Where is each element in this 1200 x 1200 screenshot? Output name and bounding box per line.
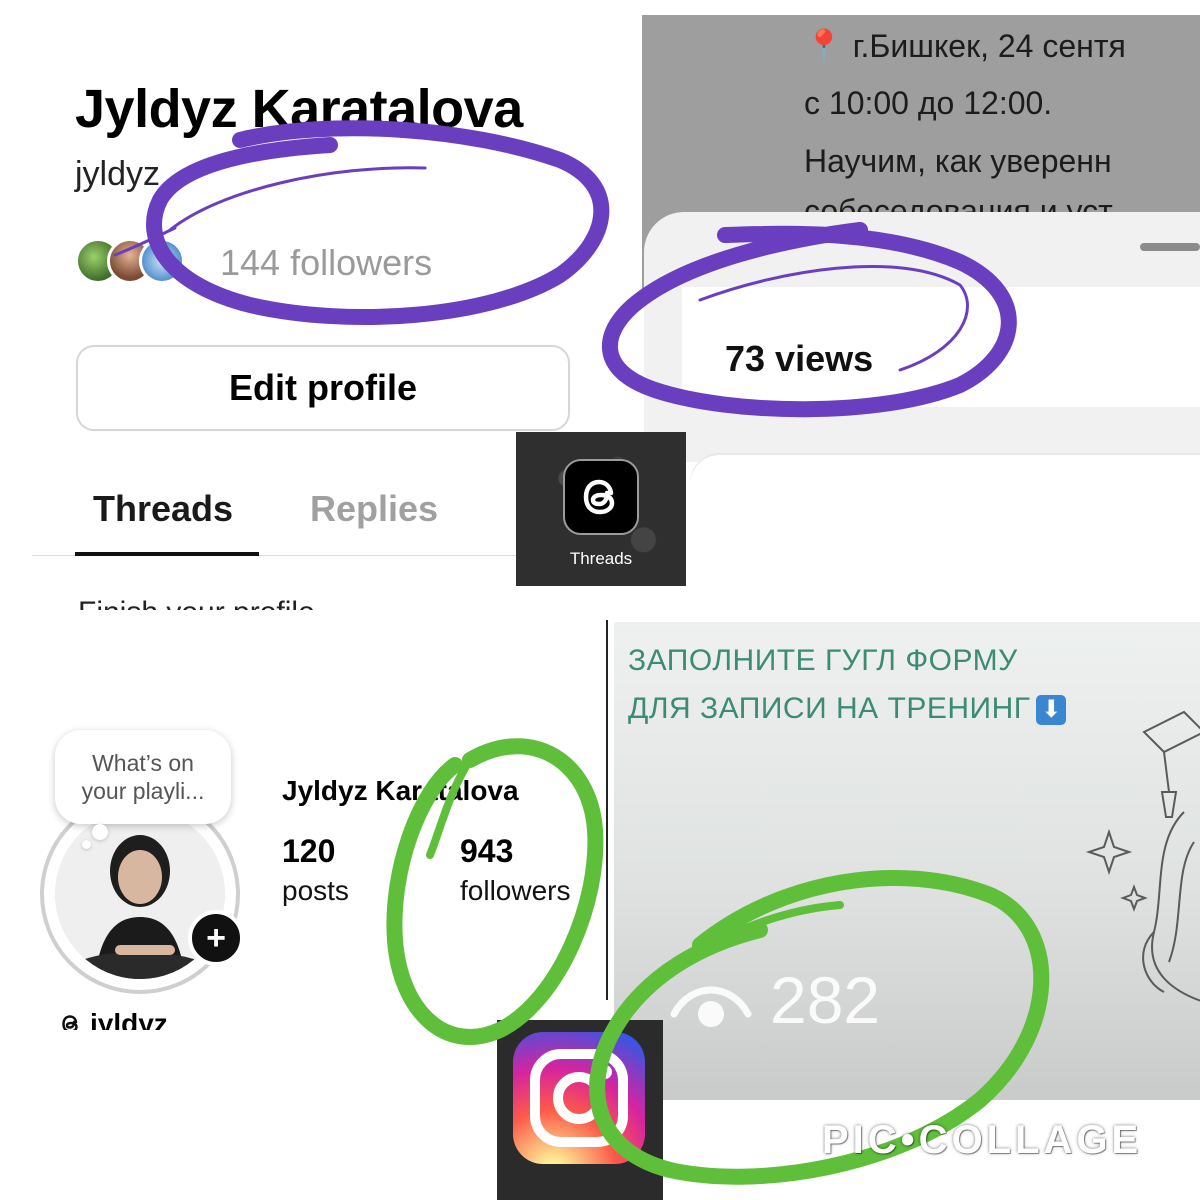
note-bubble-tail <box>82 840 91 849</box>
follower-avatar <box>139 238 185 284</box>
threads-handle: jyldyz <box>90 1008 168 1030</box>
followers-label[interactable]: followers <box>460 875 570 907</box>
app-label: Threads <box>569 549 633 568</box>
post-text-line: 📍 г.Бишкек, 24 сентя <box>804 28 1126 64</box>
story-views-count: 282 <box>770 963 881 1037</box>
instagram-logo-icon <box>513 1032 645 1164</box>
story-text-line: ЗАПОЛНИТЕ ГУГЛ ФОРМУ <box>628 644 1018 677</box>
posts-label: posts <box>282 875 349 906</box>
add-story-button[interactable]: + <box>188 910 244 966</box>
note-bubble[interactable]: What’s on your playli... <box>55 730 231 824</box>
views-count: 73 views <box>725 338 874 379</box>
graduation-illustration <box>1085 710 1200 1002</box>
follower-avatars[interactable] <box>75 238 215 288</box>
tab-threads[interactable]: Threads <box>93 488 233 530</box>
finish-profile-heading: Finish your profile <box>78 596 315 610</box>
profile-handle: jyldyz <box>75 155 161 193</box>
sheet-card <box>690 455 1200 597</box>
pic-collage-watermark: PIC•COLLAGE <box>822 1118 1143 1162</box>
threads-logo-icon <box>62 1015 78 1030</box>
threads-app-icon-tile[interactable]: Threads <box>516 432 686 586</box>
followers-count-link[interactable]: 144 followers <box>220 242 432 284</box>
story-text: ДЛЯ ЗАПИСИ НА ТРЕНИНГ <box>628 692 1031 725</box>
threads-profile-link[interactable]: jyldyz <box>58 1008 168 1030</box>
story-text-line: ДЛЯ ЗАПИСИ НА ТРЕНИНГ ⬇ <box>628 692 1067 726</box>
tab-replies[interactable]: Replies <box>310 488 438 530</box>
active-tab-indicator <box>75 552 259 556</box>
profile-name: Jyldyz Karatalova <box>75 79 523 139</box>
threads-logo-icon <box>563 459 639 535</box>
posts-count: 120 <box>282 833 336 869</box>
post-text-line: Научим, как уверенн <box>804 143 1112 179</box>
instagram-story-screenshot: ЗАПОЛНИТЕ ГУГЛ ФОРМУ ДЛЯ ЗАПИСИ НА ТРЕНИ… <box>614 622 1200 1100</box>
edit-profile-button[interactable]: Edit profile <box>76 345 570 431</box>
collage-divider <box>606 620 608 1000</box>
profile-name: Jyldyz Karatalova <box>282 775 519 806</box>
followers-count[interactable]: 943 <box>460 833 513 870</box>
story-bottom-bar <box>614 1100 1200 1108</box>
note-text-line: your playli... <box>81 778 205 804</box>
instagram-app-icon-tile[interactable] <box>497 1020 663 1200</box>
note-text-line: What’s on <box>92 750 194 776</box>
sheet-drag-handle[interactable] <box>1140 243 1200 251</box>
post-views-screenshot: 📍 г.Бишкек, 24 сентя с 10:00 до 12:00. Н… <box>642 15 1200 597</box>
instagram-profile-screenshot: + What’s on your playli... Jyldyz Karata… <box>0 620 605 1030</box>
post-text-line: с 10:00 до 12:00. <box>804 85 1053 121</box>
eye-icon <box>670 986 752 1027</box>
note-bubble-tail <box>92 824 108 840</box>
